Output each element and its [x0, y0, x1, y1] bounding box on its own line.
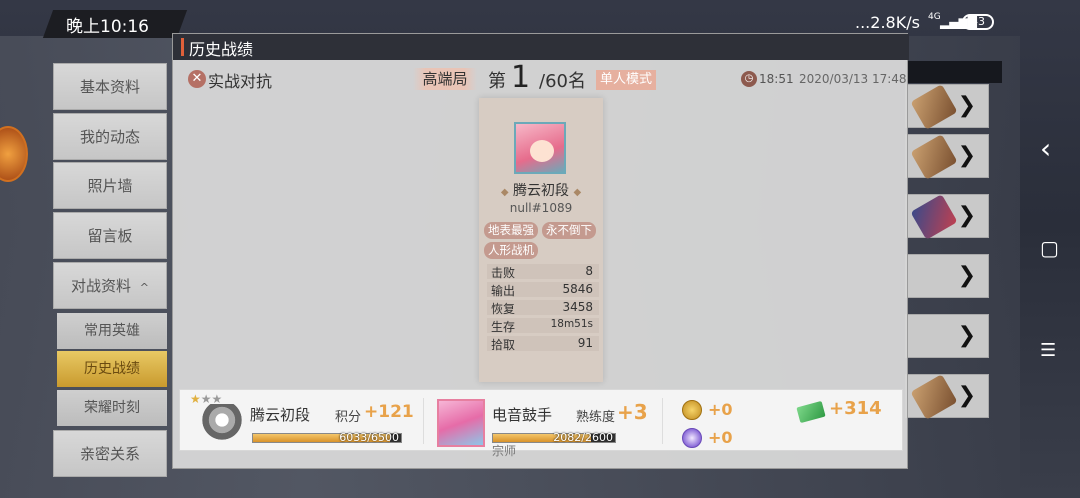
stat-label: 恢复	[491, 302, 516, 316]
weapon-icon	[910, 134, 958, 180]
back-nav-icon[interactable]: ‹	[1040, 132, 1051, 165]
stat-value: 18m51s	[550, 318, 593, 330]
list-row[interactable]: ❯	[905, 134, 989, 180]
proficiency-progress-text: 2082/2600	[553, 431, 613, 444]
dialog-title: 历史战绩	[189, 40, 254, 59]
network-speed: ...2.8K/s	[855, 13, 920, 32]
stat-label: 生存	[491, 320, 516, 334]
sidebar-item-basic-info[interactable]: 基本资料	[53, 63, 167, 110]
orb-delta: +0	[708, 428, 733, 447]
ticket-delta: +314	[829, 398, 882, 419]
chevron-right-icon: ❯	[957, 93, 976, 118]
chevron-right-icon: ❯	[957, 203, 976, 228]
stat-row: 击败 8	[487, 264, 599, 280]
rank-name: 腾云初段	[250, 406, 311, 424]
stat-row: 拾取 91	[487, 336, 599, 352]
battery-icon: 43	[962, 14, 994, 30]
hero-portrait[interactable]	[437, 399, 485, 447]
stat-value: 91	[577, 336, 593, 350]
proficiency-label: 熟练度	[576, 410, 616, 425]
stat-label: 击败	[491, 266, 516, 280]
tier-tag: 高端局	[413, 68, 477, 90]
hero-title: 宗师	[492, 444, 517, 458]
hero-name: 电音鼓手	[492, 406, 553, 424]
list-row[interactable]: ❯	[905, 84, 989, 130]
list-row[interactable]: ❯	[905, 194, 989, 240]
divider	[423, 398, 424, 444]
chevron-right-icon: ❯	[957, 263, 976, 288]
score-progress-bar: 6033/6500	[252, 431, 402, 444]
score-label: 积分	[335, 410, 362, 425]
list-row[interactable]: ❯	[905, 374, 989, 420]
player-rank-name: 腾云初段	[513, 183, 569, 199]
stat-row: 输出 5846	[487, 282, 599, 298]
rank-number: 1	[511, 60, 531, 95]
stat-label: 输出	[491, 284, 516, 298]
menu-nav-icon[interactable]: ☰	[1040, 340, 1056, 361]
rank-total: /60名	[539, 71, 586, 92]
sidebar-sub-highlights[interactable]: 荣耀时刻	[57, 390, 167, 426]
sidebar-item-battle-data-label: 对战资料	[70, 277, 131, 295]
player-card: ◆ 腾云初段 ◆ null#1089 地表最强 永不倒下 人形战机 击败 8 输出…	[479, 98, 603, 382]
badge: 永不倒下	[542, 222, 596, 239]
chevron-right-icon: ❯	[957, 143, 976, 168]
orb-icon	[682, 428, 702, 448]
weapon-icon	[910, 84, 958, 130]
list-row[interactable]: ❯	[905, 314, 989, 358]
status-time: 晚上10:16	[66, 17, 149, 37]
badge: 人形战机	[484, 242, 538, 259]
stat-value: 3458	[562, 300, 593, 314]
score-progress-text: 6033/6500	[339, 431, 399, 444]
dialog-titlebar: 历史战绩	[173, 34, 909, 60]
match-datetime: 2020/03/13 17:48	[799, 72, 907, 86]
match-duration: 18:51	[759, 72, 794, 86]
sidebar-sub-history[interactable]: 历史战绩	[57, 351, 167, 387]
sidebar-item-battle-data[interactable]: 对战资料 ^	[53, 262, 167, 309]
chevron-right-icon: ❯	[957, 323, 976, 348]
match-header: ✕ 实战对抗 高端局 第 1 /60名 单人模式 ◷ 18:51 2020/03…	[173, 60, 909, 95]
stat-row: 生存 18m51s	[487, 318, 599, 334]
diamond-icon: ◆	[500, 187, 509, 198]
stat-value: 5846	[562, 282, 593, 296]
badge: 地表最强	[484, 222, 538, 239]
player-id: null#1089	[509, 201, 573, 215]
ticket-icon	[796, 400, 826, 424]
divider	[662, 398, 663, 444]
expand-icon: ^	[139, 281, 149, 294]
list-row[interactable]: ❯	[905, 254, 989, 298]
home-nav-icon[interactable]: ▢	[1040, 236, 1059, 260]
sidebar-item-messages[interactable]: 留言板	[53, 212, 167, 259]
rank-prefix: 第	[488, 71, 506, 92]
sidebar-sub-heroes[interactable]: 常用英雄	[57, 313, 167, 349]
chevron-right-icon: ❯	[957, 383, 976, 408]
avatar-face	[530, 140, 554, 162]
stat-value: 8	[585, 264, 593, 278]
coin-icon	[682, 400, 702, 420]
history-dialog: 历史战绩 ✕ 实战对抗 高端局 第 1 /60名 单人模式 ◷ 18:51 20…	[172, 33, 909, 469]
signal-type: 4G	[928, 12, 941, 22]
coin-delta: +0	[708, 400, 733, 419]
weapon-icon	[910, 374, 958, 420]
rewards-panel: ★★★ 腾云初段 积分 +121 6033/6500 电音鼓手 熟练度 +3 2…	[179, 389, 903, 458]
proficiency-delta: +3	[617, 400, 648, 424]
rank-emblem-icon	[200, 404, 244, 444]
sidebar-item-photos[interactable]: 照片墙	[53, 162, 167, 209]
mode-tag: 单人模式	[596, 70, 657, 90]
clock-icon: ◷	[741, 71, 757, 87]
player-rank: ◆ 腾云初段 ◆	[487, 180, 595, 200]
diamond-icon: ◆	[573, 187, 582, 198]
weapon-icon	[910, 194, 958, 240]
score-delta: +121	[364, 402, 414, 422]
sidebar-item-activity[interactable]: 我的动态	[53, 113, 167, 160]
match-mode: 实战对抗	[208, 72, 273, 91]
stat-row: 恢复 3458	[487, 300, 599, 316]
close-icon[interactable]: ✕	[188, 70, 206, 88]
list-header-bar	[905, 61, 1002, 83]
sidebar-item-relations[interactable]: 亲密关系	[53, 430, 167, 477]
stat-label: 拾取	[491, 338, 516, 352]
player-avatar[interactable]	[514, 122, 566, 174]
title-accent-bar	[181, 38, 184, 56]
